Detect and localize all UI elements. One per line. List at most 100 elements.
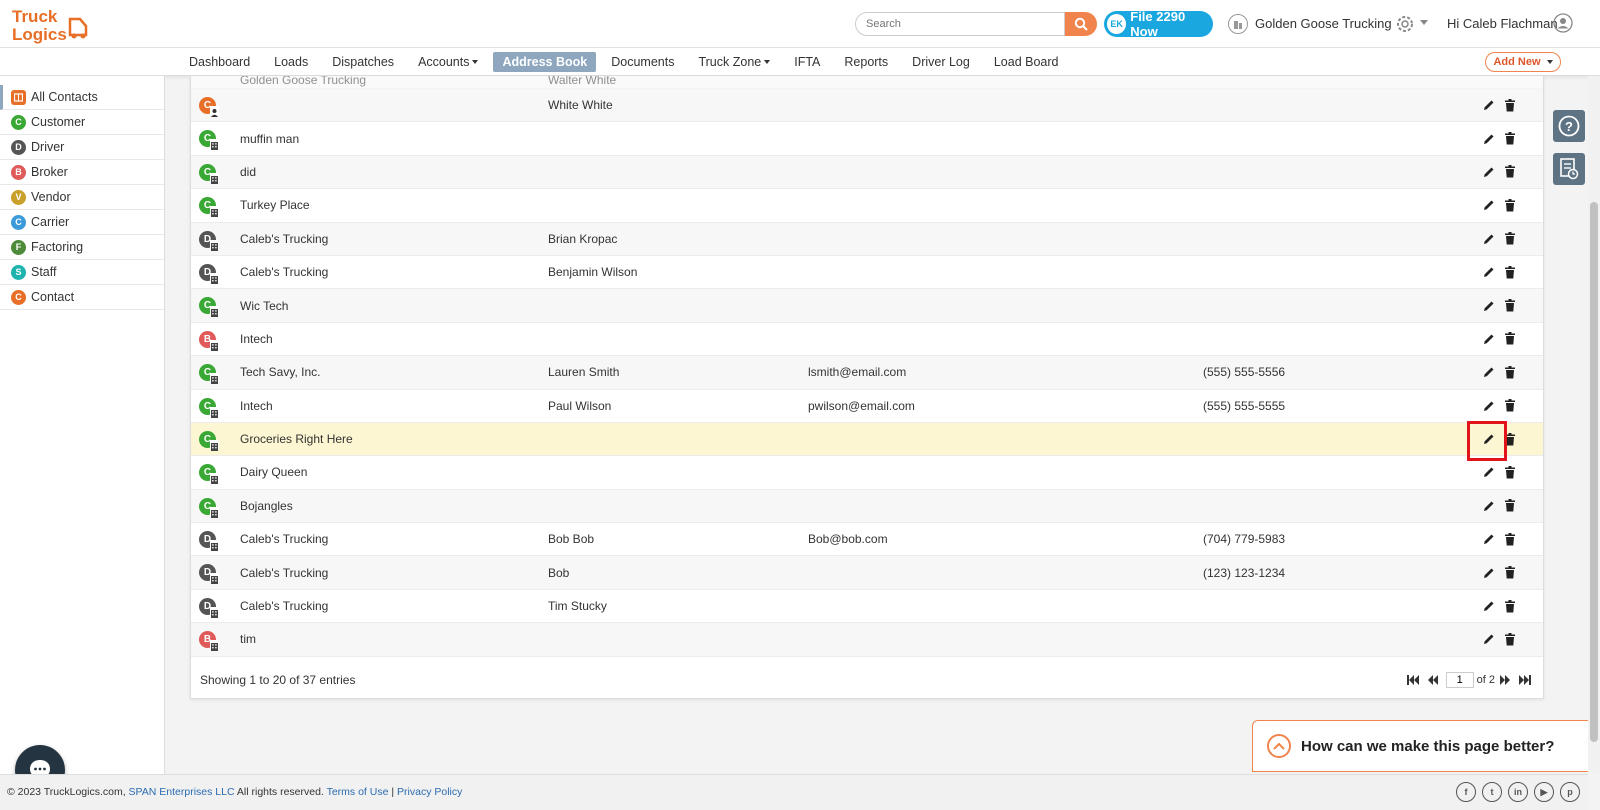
scrollbar-thumb[interactable]: [1590, 202, 1598, 742]
delete-trash-icon[interactable]: [1504, 632, 1516, 646]
user-avatar-icon[interactable]: [1553, 13, 1573, 33]
search-input[interactable]: [855, 12, 1065, 36]
page-scrollbar[interactable]: [1588, 76, 1600, 774]
company-name[interactable]: Golden Goose Trucking: [1255, 16, 1392, 31]
youtube-icon[interactable]: ▶: [1534, 782, 1554, 802]
sidebar-item-contact[interactable]: C Contact: [0, 285, 164, 310]
edit-pencil-icon[interactable]: [1482, 265, 1496, 279]
span-enterprises-link[interactable]: SPAN Enterprises LLC: [129, 786, 235, 798]
privacy-link[interactable]: Privacy Policy: [397, 786, 462, 798]
delete-trash-icon[interactable]: [1504, 499, 1516, 512]
table-row[interactable]: Btim: [191, 623, 1543, 657]
delete-trash-icon[interactable]: [1504, 265, 1516, 279]
delete-trash-icon[interactable]: [1504, 232, 1516, 245]
help-button[interactable]: ?: [1553, 110, 1585, 142]
edit-pencil-icon[interactable]: [1482, 332, 1496, 346]
edit-pencil-icon[interactable]: [1482, 599, 1496, 613]
table-row[interactable]: Cdid: [191, 155, 1543, 190]
nav-item-address-book[interactable]: Address Book: [493, 52, 597, 72]
table-row-partial[interactable]: Golden Goose Trucking Walter White: [191, 76, 1543, 89]
delete-trash-icon[interactable]: [1504, 532, 1516, 546]
table-row[interactable]: C Groceries Right Here: [191, 422, 1543, 457]
edit-pencil-icon[interactable]: [1482, 299, 1496, 313]
edit-pencil-icon[interactable]: [1482, 465, 1496, 479]
last-page-icon[interactable]: [1518, 674, 1532, 686]
table-row[interactable]: C White White: [191, 89, 1543, 123]
delete-trash-icon[interactable]: [1504, 465, 1516, 479]
delete-trash-icon[interactable]: [1504, 365, 1516, 379]
sidebar-item-vendor[interactable]: V Vendor: [0, 185, 164, 210]
nav-item-driver-log[interactable]: Driver Log: [903, 52, 979, 72]
nav-item-dispatches[interactable]: Dispatches: [323, 52, 403, 72]
user-greeting[interactable]: Hi Caleb Flachman: [1447, 16, 1558, 31]
edit-pencil-icon[interactable]: [1482, 132, 1496, 146]
gear-icon[interactable]: [1393, 12, 1417, 36]
table-row[interactable]: C Intech Paul Wilson pwilson@email.com (555)…: [191, 389, 1543, 423]
row-company-name: Dairy Queen: [240, 465, 308, 480]
sidebar-item-customer[interactable]: C Customer: [0, 110, 164, 135]
broker-avatar-icon: B: [199, 631, 221, 652]
edit-pencil-icon[interactable]: [1482, 232, 1496, 246]
table-row[interactable]: D Caleb's Trucking Bob (123) 123-1234: [191, 556, 1543, 590]
delete-trash-icon[interactable]: [1504, 332, 1516, 345]
page-number-input[interactable]: [1445, 672, 1474, 688]
table-row[interactable]: D Caleb's Trucking Brian Kropac: [191, 222, 1543, 256]
sidebar-item-staff[interactable]: S Staff: [0, 260, 164, 285]
sidebar-item-broker[interactable]: B Broker: [0, 160, 164, 185]
file-2290-button[interactable]: EK File 2290 Now: [1104, 9, 1213, 39]
first-page-icon[interactable]: [1406, 674, 1420, 686]
table-row[interactable]: C Bojangles: [191, 489, 1543, 524]
delete-trash-icon[interactable]: [1504, 132, 1516, 145]
table-row[interactable]: D Caleb's Trucking Bob Bob Bob@bob.com (704)…: [191, 523, 1543, 557]
nav-item-dashboard[interactable]: Dashboard: [180, 52, 259, 72]
edit-pencil-icon[interactable]: [1482, 98, 1496, 112]
sidebar-item-driver[interactable]: D Driver: [0, 135, 164, 160]
report-button[interactable]: [1553, 153, 1585, 185]
nav-item-load-board[interactable]: Load Board: [985, 52, 1068, 72]
delete-trash-icon[interactable]: [1504, 599, 1516, 613]
sidebar-item-carrier[interactable]: C Carrier: [0, 210, 164, 235]
edit-pencil-icon[interactable]: [1482, 566, 1496, 580]
edit-pencil-icon[interactable]: [1482, 532, 1496, 546]
sidebar-item-all-contacts[interactable]: All Contacts: [0, 85, 164, 110]
delete-trash-icon[interactable]: [1504, 299, 1516, 312]
linkedin-icon[interactable]: in: [1508, 782, 1528, 802]
prev-page-icon[interactable]: [1426, 674, 1440, 686]
edit-pencil-icon[interactable]: [1482, 632, 1496, 646]
table-row[interactable]: D Caleb's Trucking Benjamin Wilson: [191, 255, 1543, 290]
nav-item-reports[interactable]: Reports: [835, 52, 897, 72]
edit-pencil-icon[interactable]: [1482, 399, 1496, 413]
table-row[interactable]: C Dairy Queen: [191, 456, 1543, 490]
sidebar-item-factoring[interactable]: F Factoring: [0, 235, 164, 260]
delete-trash-icon[interactable]: [1504, 198, 1516, 212]
search-button[interactable]: [1065, 12, 1097, 36]
delete-trash-icon[interactable]: [1504, 399, 1516, 412]
facebook-icon[interactable]: f: [1456, 782, 1476, 802]
edit-pencil-icon[interactable]: [1482, 165, 1496, 179]
nav-item-documents[interactable]: Documents: [602, 52, 683, 72]
table-row[interactable]: C Turkey Place: [191, 189, 1543, 223]
next-page-icon[interactable]: [1498, 674, 1512, 686]
add-new-button[interactable]: Add New: [1485, 52, 1561, 72]
pinterest-icon[interactable]: p: [1560, 782, 1580, 802]
table-row[interactable]: D Caleb's Trucking Tim Stucky: [191, 589, 1543, 624]
nav-item-loads[interactable]: Loads: [265, 52, 317, 72]
delete-trash-icon[interactable]: [1504, 165, 1516, 178]
nav-item-truck-zone[interactable]: Truck Zone: [689, 52, 779, 72]
terms-link[interactable]: Terms of Use: [327, 786, 389, 798]
delete-trash-icon[interactable]: [1504, 98, 1516, 112]
trucklogics-logo[interactable]: Truck Logics: [10, 5, 94, 45]
table-row[interactable]: C Wic Tech: [191, 289, 1543, 323]
edit-pencil-icon[interactable]: [1482, 365, 1496, 379]
delete-trash-icon[interactable]: [1504, 566, 1516, 579]
settings-chevron-down-icon[interactable]: [1420, 20, 1428, 25]
edit-pencil-icon[interactable]: [1482, 198, 1496, 212]
twitter-icon[interactable]: t: [1482, 782, 1502, 802]
table-row[interactable]: C Tech Savy, Inc. Lauren Smith lsmith@email…: [191, 356, 1543, 390]
table-row[interactable]: Cmuffin man: [191, 122, 1543, 156]
feedback-widget[interactable]: How can we make this page better?: [1252, 720, 1588, 772]
edit-pencil-icon[interactable]: [1482, 499, 1496, 513]
nav-item-accounts[interactable]: Accounts: [409, 52, 487, 72]
nav-item-ifta[interactable]: IFTA: [785, 52, 829, 72]
table-row[interactable]: B Intech: [191, 322, 1543, 357]
